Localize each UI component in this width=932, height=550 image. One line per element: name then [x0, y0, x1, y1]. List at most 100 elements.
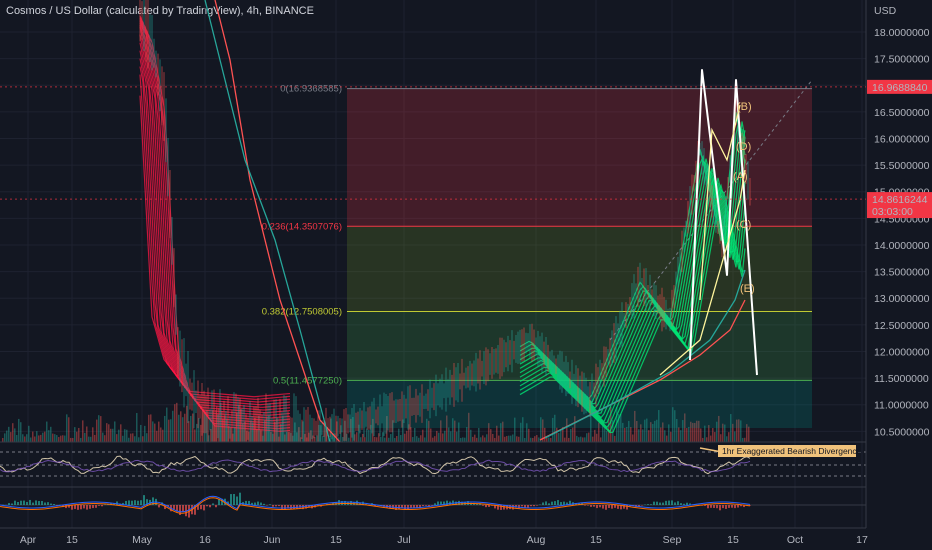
macd-histogram-bar	[560, 502, 562, 505]
macd-histogram-bar	[83, 505, 85, 509]
volume-bar	[460, 437, 462, 442]
macd-histogram-bar	[683, 503, 685, 505]
volume-bar	[432, 437, 434, 442]
macd-histogram-bar	[521, 505, 523, 507]
macd-histogram-bar	[203, 505, 205, 511]
volume-bar	[706, 437, 708, 442]
macd-histogram-bar	[254, 502, 256, 505]
volume-bar	[700, 428, 702, 442]
volume-bar	[120, 424, 122, 442]
volume-bar	[570, 428, 572, 442]
volume-bar	[588, 432, 590, 442]
price-tick-label: 10.5000000	[874, 426, 930, 438]
volume-bar	[518, 436, 520, 442]
volume-bar	[50, 426, 52, 442]
volume-bar	[582, 437, 584, 442]
volume-bar	[52, 433, 54, 442]
price-tick-label: 11.5000000	[874, 373, 929, 385]
volume-bar	[508, 435, 510, 442]
volume-bar	[134, 436, 136, 442]
volume-bar	[478, 427, 480, 442]
macd-histogram-bar	[269, 504, 271, 505]
volume-bar	[8, 426, 10, 442]
volume-bar	[680, 430, 682, 442]
volume-bar	[490, 429, 492, 442]
time-tick-label: Aug	[527, 534, 546, 546]
volume-bar	[424, 437, 426, 442]
macd-histogram-bar	[548, 503, 550, 505]
volume-bar	[482, 435, 484, 442]
volume-bar	[710, 435, 712, 442]
macd-histogram-bar	[8, 503, 10, 505]
volume-bar	[124, 429, 126, 442]
volume-bar	[168, 419, 170, 442]
volume-bar	[476, 437, 478, 442]
volume-bar	[4, 433, 6, 442]
price-tick-label: 16.5000000	[874, 107, 930, 119]
macd-histogram-bar	[599, 505, 601, 508]
macd-histogram-bar	[35, 500, 37, 505]
volume-bar	[84, 432, 86, 442]
volume-bar	[486, 434, 488, 442]
macd-histogram-bar	[647, 504, 649, 505]
volume-bar	[156, 430, 158, 442]
fib-level-label: 0.236(14.3507076)	[262, 221, 342, 232]
volume-bar	[418, 437, 420, 442]
macd-histogram-bar	[488, 505, 490, 507]
macd-histogram-bar	[137, 500, 139, 505]
volume-bar	[152, 421, 154, 442]
volume-bar	[20, 422, 22, 442]
volume-bar	[630, 427, 632, 442]
macd-histogram-bar	[125, 500, 127, 505]
volume-bar	[170, 419, 172, 442]
macd-histogram-bar	[422, 505, 424, 507]
volume-bar	[74, 427, 76, 442]
volume-bar	[748, 426, 750, 442]
macd-histogram-bar	[545, 501, 547, 505]
volume-bar	[94, 434, 96, 442]
volume-bar	[434, 436, 436, 442]
volume-bar	[110, 428, 112, 442]
volume-bar	[146, 433, 148, 442]
macd-histogram-bar	[590, 505, 592, 507]
volume-bar	[390, 434, 392, 442]
volume-bar	[398, 428, 400, 442]
macd-histogram-bar	[584, 505, 586, 506]
volume-bar	[462, 437, 464, 442]
volume-bar	[558, 432, 560, 442]
macd-histogram-bar	[410, 505, 412, 508]
volume-bar	[46, 421, 48, 442]
price-tick-label: 17.5000000	[874, 54, 930, 66]
volume-bar	[528, 428, 530, 442]
time-tick-label: 15	[66, 534, 78, 546]
volume-bar	[702, 437, 704, 442]
volume-bar	[2, 437, 4, 442]
volume-bar	[414, 427, 416, 442]
volume-bar	[182, 417, 184, 442]
volume-bar	[48, 430, 50, 442]
macd-histogram-bar	[485, 505, 487, 508]
volume-bar	[322, 435, 324, 442]
volume-bar	[492, 433, 494, 442]
volume-bar	[34, 436, 36, 442]
price-chart[interactable]: 0(16.9368585) 0.236(14.3507076) 0.382(12.7…	[0, 0, 932, 550]
macd-histogram-bar	[587, 505, 589, 506]
volume-bar	[456, 431, 458, 442]
volume-bar	[56, 435, 58, 442]
macd-histogram-bar	[674, 502, 676, 505]
volume-bar	[664, 430, 666, 442]
macd-histogram-bar	[233, 493, 235, 505]
wave-label: (E)	[740, 283, 755, 295]
volume-bar	[400, 435, 402, 442]
volume-bar	[484, 437, 486, 442]
volume-bar	[362, 433, 364, 442]
macd-histogram-bar	[275, 505, 277, 507]
macd-histogram-bar	[128, 500, 130, 505]
macd-histogram-bar	[95, 505, 97, 508]
macd-histogram-bar	[596, 505, 598, 509]
volume-bar	[348, 437, 350, 442]
volume-bar	[364, 437, 366, 442]
volume-bar	[586, 433, 588, 442]
volume-bar	[368, 429, 370, 442]
volume-bar	[412, 437, 414, 442]
